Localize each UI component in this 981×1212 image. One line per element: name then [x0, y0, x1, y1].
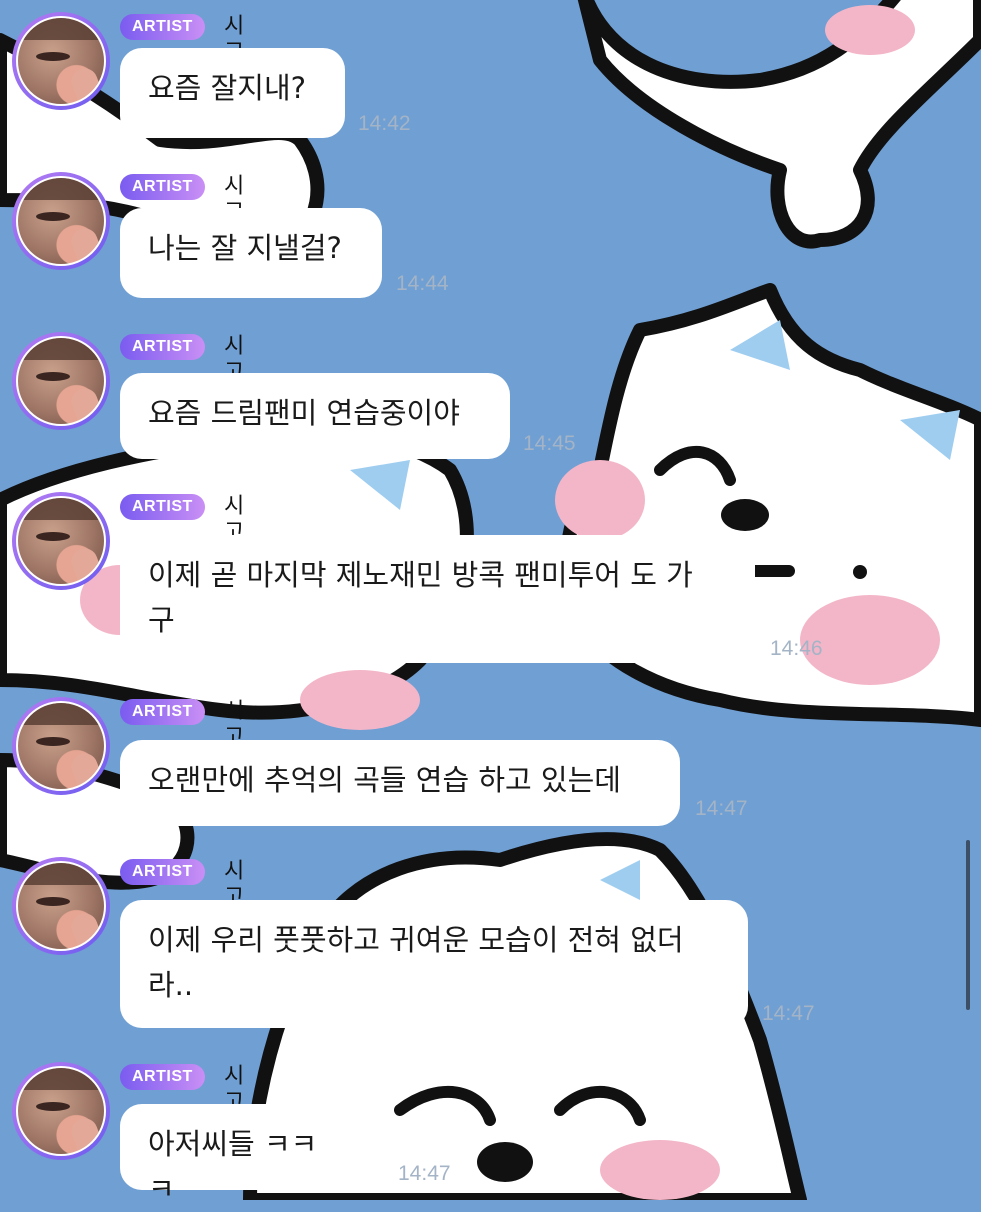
artist-badge: ARTIST: [120, 334, 205, 360]
avatar[interactable]: [12, 172, 110, 270]
message-bubble[interactable]: 오랜만에 추억의 곡들 연습 하고 있는데: [120, 740, 680, 826]
profile-photo-icon: [16, 1066, 106, 1156]
message-time: 14:45: [523, 432, 576, 455]
message-bubble[interactable]: 요즘 드림팬미 연습중이야: [120, 373, 510, 459]
message-time: 14:44: [396, 272, 449, 295]
message-bubble[interactable]: 이제 곧 마지막 제노재민 방콕 팬미투어 도 가 구: [120, 535, 755, 663]
message-time: 14:47: [695, 797, 748, 820]
avatar[interactable]: [12, 12, 110, 110]
message-bubble[interactable]: 아저씨들 ㅋㅋㅋ: [120, 1104, 360, 1206]
avatar[interactable]: [12, 1062, 110, 1160]
artist-badge: ARTIST: [120, 174, 205, 200]
message-bubble[interactable]: 요즘 잘지내?: [120, 48, 345, 138]
message-time: 14:47: [398, 1162, 451, 1185]
artist-badge: ARTIST: [120, 699, 205, 725]
artist-badge: ARTIST: [120, 14, 205, 40]
message-time: 14:47: [762, 1002, 815, 1025]
profile-photo-icon: [16, 16, 106, 106]
profile-photo-icon: [16, 336, 106, 426]
artist-badge: ARTIST: [120, 494, 205, 520]
profile-photo-icon: [16, 701, 106, 791]
avatar[interactable]: [12, 697, 110, 795]
message-bubble[interactable]: 나는 잘 지낼걸?: [120, 208, 382, 298]
profile-photo-icon: [16, 861, 106, 951]
profile-photo-icon: [16, 496, 106, 586]
message-bubble[interactable]: 이제 우리 풋풋하고 귀여운 모습이 전혀 없더 라..: [120, 900, 748, 1028]
profile-photo-icon: [16, 176, 106, 266]
avatar[interactable]: [12, 332, 110, 430]
artist-badge: ARTIST: [120, 859, 205, 885]
message-time: 14:42: [358, 112, 411, 135]
message-time: 14:46: [770, 637, 823, 660]
avatar[interactable]: [12, 857, 110, 955]
artist-badge: ARTIST: [120, 1064, 205, 1090]
avatar[interactable]: [12, 492, 110, 590]
scrollbar[interactable]: [966, 840, 970, 1010]
